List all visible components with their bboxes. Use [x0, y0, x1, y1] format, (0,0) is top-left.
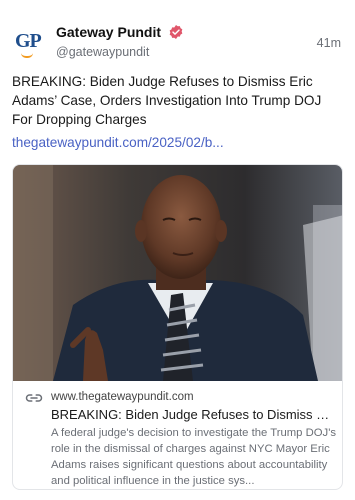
preview-title[interactable]: BREAKING: Biden Judge Refuses to Dismiss…	[51, 407, 335, 422]
preview-description: A federal judge's decision to investigat…	[51, 427, 337, 487]
link-preview-card[interactable]: www.thegatewaypundit.com BREAKING: Biden…	[12, 164, 343, 490]
link-icon	[25, 394, 43, 402]
author-name[interactable]: Gateway Pundit	[56, 24, 161, 40]
post-header: GP Gateway Pundit @gatewaypundit 41m	[12, 20, 343, 64]
post-timestamp[interactable]: 41m	[317, 36, 341, 50]
avatar-smile-accent	[21, 53, 33, 58]
preview-domain: www.thegatewaypundit.com	[51, 391, 194, 403]
preview-image[interactable]	[13, 165, 342, 381]
author-names: Gateway Pundit @gatewaypundit	[56, 23, 184, 59]
avatar[interactable]: GP	[12, 24, 48, 60]
preview-meta: www.thegatewaypundit.com BREAKING: Biden…	[13, 381, 342, 489]
post-link[interactable]: thegatewaypundit.com/2025/02/b...	[12, 135, 224, 150]
verified-badge-icon	[170, 24, 183, 39]
post-text: BREAKING: Biden Judge Refuses to Dismiss…	[12, 74, 322, 127]
preview-photo-illustration	[13, 165, 342, 381]
post: GP Gateway Pundit @gatewaypundit 41m BRE…	[0, 0, 355, 500]
avatar-logo: GP	[15, 30, 42, 52]
author-handle[interactable]: @gatewaypundit	[56, 45, 184, 59]
